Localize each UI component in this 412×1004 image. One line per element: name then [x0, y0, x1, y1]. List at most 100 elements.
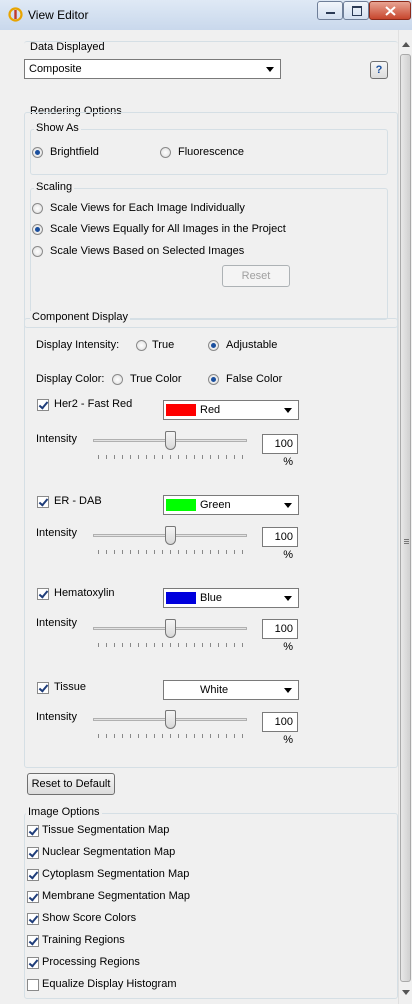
tissue-segmentation-checkbox[interactable]	[27, 825, 39, 837]
scroll-up-icon[interactable]	[402, 42, 410, 47]
show-as-label: Show As	[34, 122, 81, 134]
component-display-group	[24, 318, 398, 768]
app-logo-icon	[8, 7, 23, 22]
chevron-down-icon	[284, 596, 292, 601]
training-regions-label[interactable]: Training Regions	[42, 934, 125, 946]
minimize-icon	[326, 12, 335, 14]
hematoxylin-intensity-slider-handle[interactable]	[165, 619, 176, 638]
equalize-histogram-label[interactable]: Equalize Display Histogram	[42, 978, 177, 990]
fluorescence-label[interactable]: Fluorescence	[178, 146, 244, 158]
data-displayed-label: Data Displayed	[30, 41, 105, 53]
radio-fluorescence[interactable]	[160, 147, 171, 158]
er-dab-intensity-slider-handle[interactable]	[165, 526, 176, 545]
close-icon	[385, 6, 396, 16]
hematoxylin-color-dropdown[interactable]: Blue	[163, 588, 299, 608]
tissue-color-swatch	[166, 684, 196, 696]
hematoxylin-color-swatch	[166, 592, 196, 604]
tissue-intensity-input[interactable]: 100 %	[262, 712, 298, 746]
her2-intensity-label: Intensity	[36, 433, 77, 445]
tissue-intensity-ticks	[98, 734, 244, 738]
er-dab-checkbox[interactable]	[37, 496, 49, 508]
hematoxylin-checkbox[interactable]	[37, 588, 49, 600]
reset-to-default-button[interactable]: Reset to Default	[27, 773, 115, 795]
false-color-label[interactable]: False Color	[226, 373, 282, 385]
her2-checkbox[interactable]	[37, 399, 49, 411]
her2-color-dropdown[interactable]: Red	[163, 400, 299, 420]
chevron-down-icon	[284, 408, 292, 413]
tissue-segmentation-label[interactable]: Tissue Segmentation Map	[42, 824, 169, 836]
membrane-segmentation-label[interactable]: Membrane Segmentation Map	[42, 890, 190, 902]
brightfield-label[interactable]: Brightfield	[50, 146, 99, 158]
radio-intensity-adjustable[interactable]	[208, 340, 219, 351]
er-dab-intensity-ticks	[98, 550, 244, 554]
er-dab-intensity-label: Intensity	[36, 527, 77, 539]
tissue-intensity-label: Intensity	[36, 711, 77, 723]
scale-equally-label[interactable]: Scale Views Equally for All Images in th…	[50, 223, 286, 235]
display-intensity-label: Display Intensity:	[36, 339, 120, 351]
processing-regions-checkbox[interactable]	[27, 957, 39, 969]
radio-true-color[interactable]	[112, 374, 123, 385]
reset-button[interactable]: Reset	[222, 265, 290, 287]
grip-icon	[404, 539, 409, 545]
membrane-segmentation-checkbox[interactable]	[27, 891, 39, 903]
hematoxylin-intensity-input[interactable]: 100 %	[262, 619, 298, 653]
intensity-adjustable-label[interactable]: Adjustable	[226, 339, 277, 351]
tissue-checkbox[interactable]	[37, 682, 49, 694]
hematoxylin-intensity-ticks	[98, 643, 244, 647]
hematoxylin-label: Hematoxylin	[54, 587, 115, 599]
cytoplasm-segmentation-checkbox[interactable]	[27, 869, 39, 881]
true-color-label[interactable]: True Color	[130, 373, 182, 385]
her2-color-swatch	[166, 404, 196, 416]
scroll-down-icon[interactable]	[402, 990, 410, 995]
nuclear-segmentation-label[interactable]: Nuclear Segmentation Map	[42, 846, 175, 858]
minimize-button[interactable]	[317, 1, 343, 20]
image-options-group	[24, 813, 398, 999]
radio-intensity-true[interactable]	[136, 340, 147, 351]
er-dab-intensity-input[interactable]: 100 %	[262, 527, 298, 561]
title-bar[interactable]: View Editor	[0, 0, 412, 31]
radio-false-color[interactable]	[208, 374, 219, 385]
display-color-label: Display Color:	[36, 373, 105, 385]
er-dab-color-name: Green	[200, 499, 231, 511]
maximize-icon	[352, 6, 362, 16]
help-button[interactable]: ?	[370, 61, 388, 79]
radio-scale-selected[interactable]	[32, 246, 43, 257]
er-dab-color-dropdown[interactable]: Green	[163, 495, 299, 515]
image-options-label: Image Options	[26, 806, 102, 818]
cytoplasm-segmentation-label[interactable]: Cytoplasm Segmentation Map	[42, 868, 189, 880]
hematoxylin-intensity-label: Intensity	[36, 617, 77, 629]
radio-scale-equally[interactable]	[32, 224, 43, 235]
maximize-button[interactable]	[343, 1, 369, 20]
hematoxylin-color-name: Blue	[200, 592, 223, 604]
window-title: View Editor	[28, 8, 89, 22]
scale-selected-label[interactable]: Scale Views Based on Selected Images	[50, 245, 244, 257]
radio-brightfield[interactable]	[32, 147, 43, 158]
scale-individually-label[interactable]: Scale Views for Each Image Individually	[50, 202, 245, 214]
her2-color-name: Red	[200, 404, 221, 416]
tissue-color-name: White	[200, 684, 229, 696]
training-regions-checkbox[interactable]	[27, 935, 39, 947]
component-display-label: Component Display	[30, 311, 130, 323]
data-displayed-value: Composite	[29, 63, 82, 75]
show-score-colors-label[interactable]: Show Score Colors	[42, 912, 136, 924]
show-score-colors-checkbox[interactable]	[27, 913, 39, 925]
chevron-down-icon	[284, 688, 292, 693]
her2-intensity-input[interactable]: 100 %	[262, 434, 298, 468]
radio-scale-individually[interactable]	[32, 203, 43, 214]
data-displayed-dropdown[interactable]: Composite	[24, 59, 281, 79]
processing-regions-label[interactable]: Processing Regions	[42, 956, 140, 968]
intensity-true-label[interactable]: True	[152, 339, 174, 351]
chevron-down-icon	[284, 503, 292, 508]
tissue-intensity-slider-handle[interactable]	[165, 710, 176, 729]
her2-intensity-ticks	[98, 455, 244, 459]
er-dab-label: ER - DAB	[54, 495, 102, 507]
tissue-color-dropdown[interactable]: White	[163, 680, 299, 700]
nuclear-segmentation-checkbox[interactable]	[27, 847, 39, 859]
equalize-histogram-checkbox[interactable]	[27, 979, 39, 991]
vertical-scrollbar[interactable]	[398, 30, 412, 1004]
close-button[interactable]	[369, 1, 411, 20]
editor-panel: Data Displayed Composite ? Rendering Opt…	[0, 30, 398, 1004]
scrollbar-thumb[interactable]	[400, 54, 411, 982]
tissue-label: Tissue	[54, 681, 86, 693]
her2-intensity-slider-handle[interactable]	[165, 431, 176, 450]
